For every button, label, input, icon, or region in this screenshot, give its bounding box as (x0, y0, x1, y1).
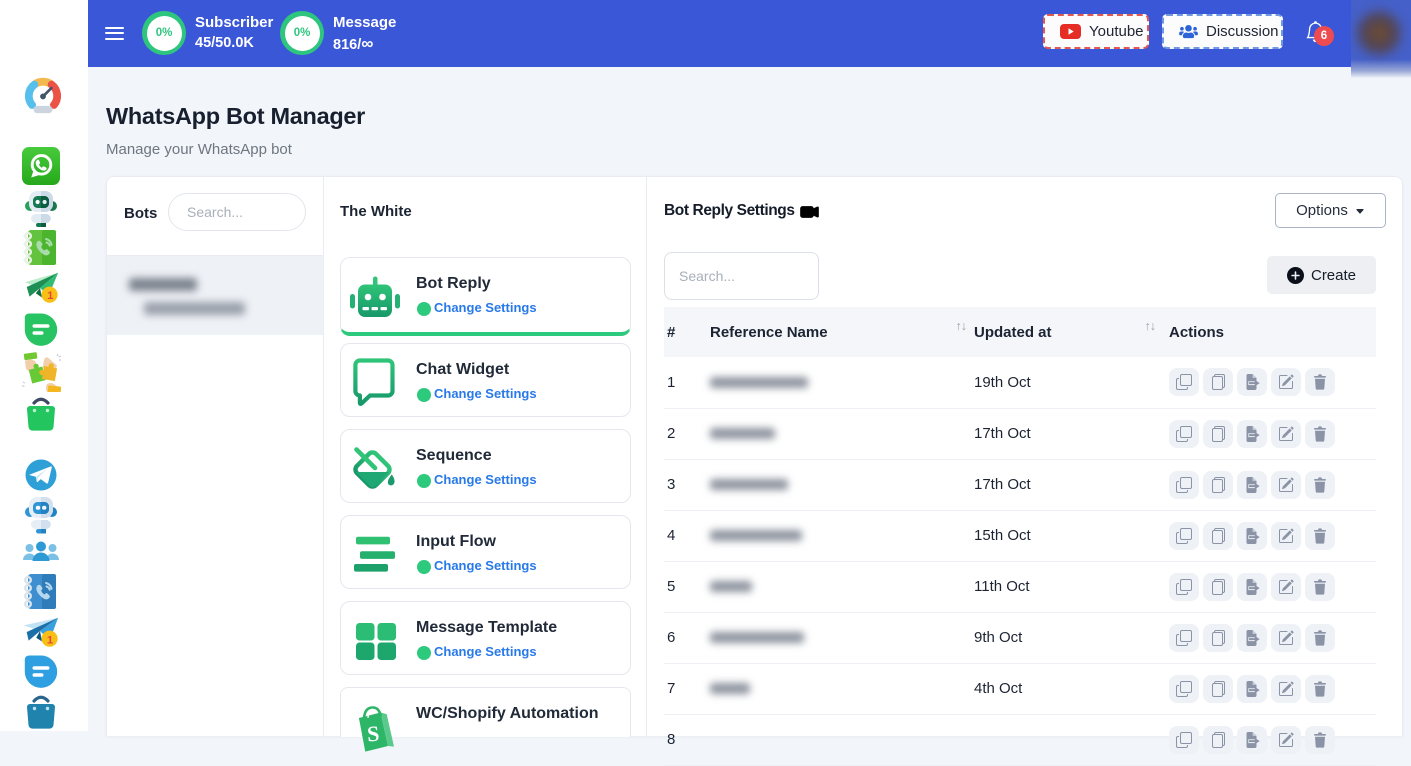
svg-text:1: 1 (47, 290, 54, 302)
svg-text:1: 1 (47, 634, 54, 646)
svg-text:S: S (366, 721, 380, 747)
